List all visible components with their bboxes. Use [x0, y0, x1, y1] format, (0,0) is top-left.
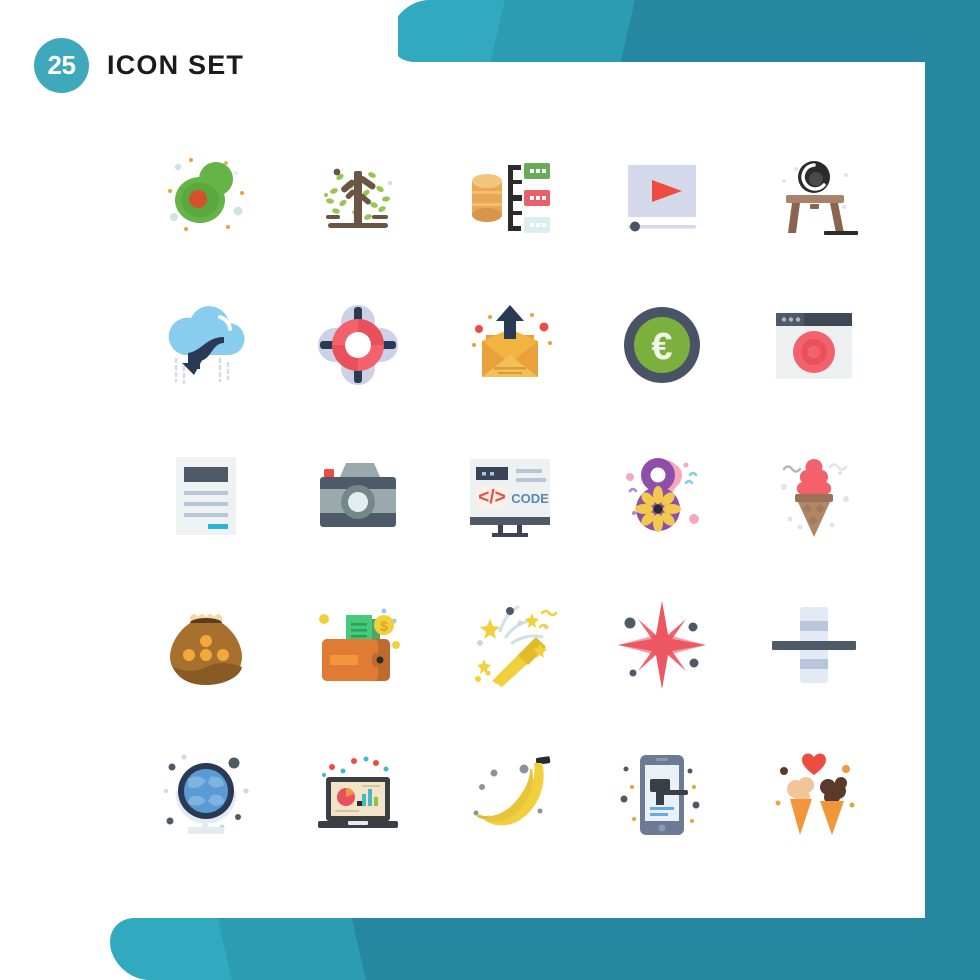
document-text-icon: [176, 457, 236, 535]
ice-cream-love-icon: [775, 753, 855, 835]
icon-cell-code-presentation[interactable]: </> CODE: [434, 420, 586, 570]
page-title: ICON SET: [107, 50, 245, 80]
icon-set-poster: { "header": { "count": "25", "title": "I…: [0, 0, 980, 980]
euro-coin-icon: €: [624, 307, 700, 383]
sparkle-star-icon: [618, 601, 706, 689]
banana-icon: [473, 756, 551, 826]
icon-cell-cloud-download[interactable]: [130, 270, 282, 420]
icon-cell-euro-coin[interactable]: €: [586, 270, 738, 420]
camera-icon: [320, 463, 396, 527]
icon-grid: € </> CODE $: [130, 120, 890, 870]
icon-cell-database-server[interactable]: [434, 120, 586, 270]
code-label: CODE: [511, 491, 549, 506]
align-center-icon: [772, 607, 856, 683]
clay-pot-icon: [170, 614, 242, 685]
video-player-icon: [628, 165, 696, 232]
send-email-icon: [472, 305, 552, 377]
womens-day-icon: [626, 458, 699, 532]
wallet-money-icon: $: [319, 608, 400, 681]
lifebuoy-support-icon: [318, 305, 398, 385]
icon-cell-send-email[interactable]: [434, 270, 586, 420]
svg-text:€: €: [651, 326, 672, 368]
icon-cell-video-player[interactable]: [586, 120, 738, 270]
icon-cell-avocado[interactable]: [130, 120, 282, 270]
icon-cell-browser-target[interactable]: [738, 270, 890, 420]
laptop-analytics-icon: [318, 756, 398, 828]
browser-target-icon: [776, 313, 852, 379]
icon-cell-womens-day[interactable]: [586, 420, 738, 570]
icon-cell-webcam-desk[interactable]: [738, 120, 890, 270]
icon-cell-camera[interactable]: [282, 420, 434, 570]
svg-text:$: $: [380, 618, 388, 634]
database-server-icon: [472, 163, 550, 233]
cloud-download-icon: [168, 306, 245, 385]
icon-cell-ice-cream-cone[interactable]: [738, 420, 890, 570]
icon-cell-globe[interactable]: [130, 720, 282, 870]
tree-icon: [324, 168, 392, 228]
poster-header: 25 ICON SET: [34, 38, 244, 93]
icon-cell-ice-cream-love[interactable]: [738, 720, 890, 870]
icon-cell-tree[interactable]: [282, 120, 434, 270]
avocado-icon: [168, 158, 244, 231]
icon-cell-document[interactable]: [130, 420, 282, 570]
icon-cell-clay-pot[interactable]: [130, 570, 282, 720]
icon-cell-align-center[interactable]: [738, 570, 890, 720]
ice-cream-cone-icon: [781, 459, 849, 537]
icon-count-badge: 25: [34, 38, 89, 93]
icon-cell-lifebuoy-support[interactable]: [282, 270, 434, 420]
icon-cell-sparkle-star[interactable]: [586, 570, 738, 720]
globe-stand-icon: [164, 754, 249, 834]
svg-text:</>: </>: [478, 487, 505, 508]
party-popper-icon: [475, 605, 558, 687]
icon-cell-banana[interactable]: [434, 720, 586, 870]
icon-cell-laptop-analytics[interactable]: [282, 720, 434, 870]
bottom-band-dark-fill: [860, 918, 980, 980]
right-band: [925, 0, 980, 980]
icon-cell-wallet-money[interactable]: $: [282, 570, 434, 720]
webcam-desk-icon: [782, 161, 858, 235]
mobile-auction-icon: [620, 755, 700, 835]
code-presentation-icon: </> CODE: [470, 459, 550, 537]
icon-cell-party-popper[interactable]: [434, 570, 586, 720]
icon-cell-mobile-auction[interactable]: [586, 720, 738, 870]
